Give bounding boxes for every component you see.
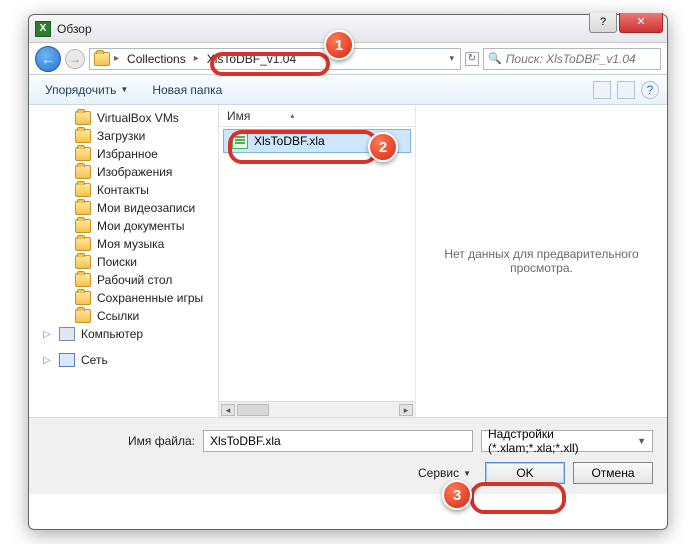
tree-item-links[interactable]: Ссылки xyxy=(29,307,218,325)
xla-file-icon xyxy=(232,133,248,149)
folder-icon xyxy=(75,237,91,251)
new-folder-button[interactable]: Новая папка xyxy=(144,80,230,100)
folder-icon xyxy=(75,219,91,233)
refresh-button[interactable]: ↻ xyxy=(465,52,479,66)
filetype-filter[interactable]: Надстройки (*.xlam;*.xla;*.xll) ▼ xyxy=(481,430,653,452)
tree-item-savedgames[interactable]: Сохраненные игры xyxy=(29,289,218,307)
folder-icon xyxy=(75,165,91,179)
filter-text: Надстройки (*.xlam;*.xla;*.xll) xyxy=(488,427,637,455)
horizontal-scrollbar[interactable]: ◂ ▸ xyxy=(219,401,415,417)
chevron-down-icon: ▼ xyxy=(120,85,128,94)
expand-icon[interactable]: ▷ xyxy=(43,355,53,366)
nav-back-button[interactable]: ← xyxy=(35,46,61,72)
organize-label: Упорядочить xyxy=(45,83,116,97)
excel-app-icon xyxy=(35,21,51,37)
filename-field[interactable] xyxy=(203,430,473,452)
tree-item-searches[interactable]: Поиски xyxy=(29,253,218,271)
search-box[interactable]: 🔍 xyxy=(483,48,661,70)
body-area: VirtualBox VMs Загрузки Избранное Изобра… xyxy=(29,105,667,417)
expand-icon[interactable]: ▷ xyxy=(43,329,53,340)
folder-icon xyxy=(75,255,91,269)
new-folder-label: Новая папка xyxy=(152,83,222,97)
tree-item-music[interactable]: Моя музыка xyxy=(29,235,218,253)
folder-icon xyxy=(75,147,91,161)
organize-button[interactable]: Упорядочить ▼ xyxy=(37,80,136,100)
search-icon: 🔍 xyxy=(488,52,502,65)
tree-item-network[interactable]: ▷Сеть xyxy=(29,351,218,369)
navigation-bar: ← → ▸ Collections ▸ XlsToDBF_v1.04 ▾ ↻ 🔍 xyxy=(29,43,667,75)
preview-pane-icon[interactable] xyxy=(617,81,635,99)
folder-icon xyxy=(94,52,110,66)
tree-item-computer[interactable]: ▷Компьютер xyxy=(29,325,218,343)
titlebar: Обзор ? ✕ xyxy=(29,15,667,43)
network-icon xyxy=(59,353,75,367)
toolbar: Упорядочить ▼ Новая папка ? xyxy=(29,75,667,105)
nav-forward-button: → xyxy=(65,49,85,69)
tree-item-pictures[interactable]: Изображения xyxy=(29,163,218,181)
cancel-button[interactable]: Отмена xyxy=(573,462,653,484)
window-title: Обзор xyxy=(57,22,92,36)
scroll-thumb[interactable] xyxy=(237,404,269,416)
search-input[interactable] xyxy=(506,52,656,66)
breadcrumb-dropdown-icon[interactable]: ▾ xyxy=(447,53,456,64)
close-button[interactable]: ✕ xyxy=(619,13,663,33)
window-controls: ? ✕ xyxy=(587,13,663,33)
computer-icon xyxy=(59,327,75,341)
breadcrumb-item[interactable]: Collections xyxy=(123,52,190,66)
ok-button[interactable]: OK xyxy=(485,462,565,484)
filename-label: Имя файла: xyxy=(43,434,195,448)
folder-icon xyxy=(75,273,91,287)
folder-icon xyxy=(75,129,91,143)
preview-empty-text: Нет данных для предварительного просмотр… xyxy=(436,247,647,275)
chevron-down-icon: ▼ xyxy=(637,436,646,446)
help-button[interactable]: ? xyxy=(589,13,617,33)
filename-input[interactable] xyxy=(210,434,466,448)
chevron-right-icon: ▸ xyxy=(112,53,121,64)
breadcrumb-current[interactable]: XlsToDBF_v1.04 xyxy=(203,52,300,66)
file-row-xlstodbf[interactable]: XlsToDBF.xla xyxy=(223,129,411,153)
tree-item-videos[interactable]: Мои видеозаписи xyxy=(29,199,218,217)
tree-item-virtualbox[interactable]: VirtualBox VMs xyxy=(29,109,218,127)
tree-item-documents[interactable]: Мои документы xyxy=(29,217,218,235)
scroll-left-button[interactable]: ◂ xyxy=(221,404,235,416)
sort-indicator-icon: ▴ xyxy=(290,111,294,120)
folder-icon xyxy=(75,291,91,305)
tree-item-downloads[interactable]: Загрузки xyxy=(29,127,218,145)
folder-tree[interactable]: VirtualBox VMs Загрузки Избранное Изобра… xyxy=(29,105,219,417)
file-name: XlsToDBF.xla xyxy=(254,134,325,148)
folder-icon xyxy=(75,183,91,197)
tree-item-favorites[interactable]: Избранное xyxy=(29,145,218,163)
preview-pane: Нет данных для предварительного просмотр… xyxy=(415,105,667,417)
tree-item-desktop[interactable]: Рабочий стол xyxy=(29,271,218,289)
service-menu[interactable]: Сервис ▼ xyxy=(418,466,471,480)
dialog-footer: Имя файла: Надстройки (*.xlam;*.xla;*.xl… xyxy=(29,417,667,494)
toolbar-right: ? xyxy=(593,81,659,99)
view-options-icon[interactable] xyxy=(593,81,611,99)
folder-icon xyxy=(75,111,91,125)
file-list[interactable]: Имя ▴ XlsToDBF.xla ◂ ▸ xyxy=(219,105,415,417)
scroll-right-button[interactable]: ▸ xyxy=(399,404,413,416)
help-icon[interactable]: ? xyxy=(641,81,659,99)
chevron-down-icon: ▼ xyxy=(463,469,471,478)
folder-icon xyxy=(75,201,91,215)
tree-item-contacts[interactable]: Контакты xyxy=(29,181,218,199)
chevron-right-icon: ▸ xyxy=(192,53,201,64)
breadcrumb[interactable]: ▸ Collections ▸ XlsToDBF_v1.04 ▾ xyxy=(89,48,461,70)
column-header-name[interactable]: Имя ▴ xyxy=(219,105,415,127)
folder-icon xyxy=(75,309,91,323)
browse-dialog: Обзор ? ✕ ← → ▸ Collections ▸ XlsToDBF_v… xyxy=(28,14,668,530)
